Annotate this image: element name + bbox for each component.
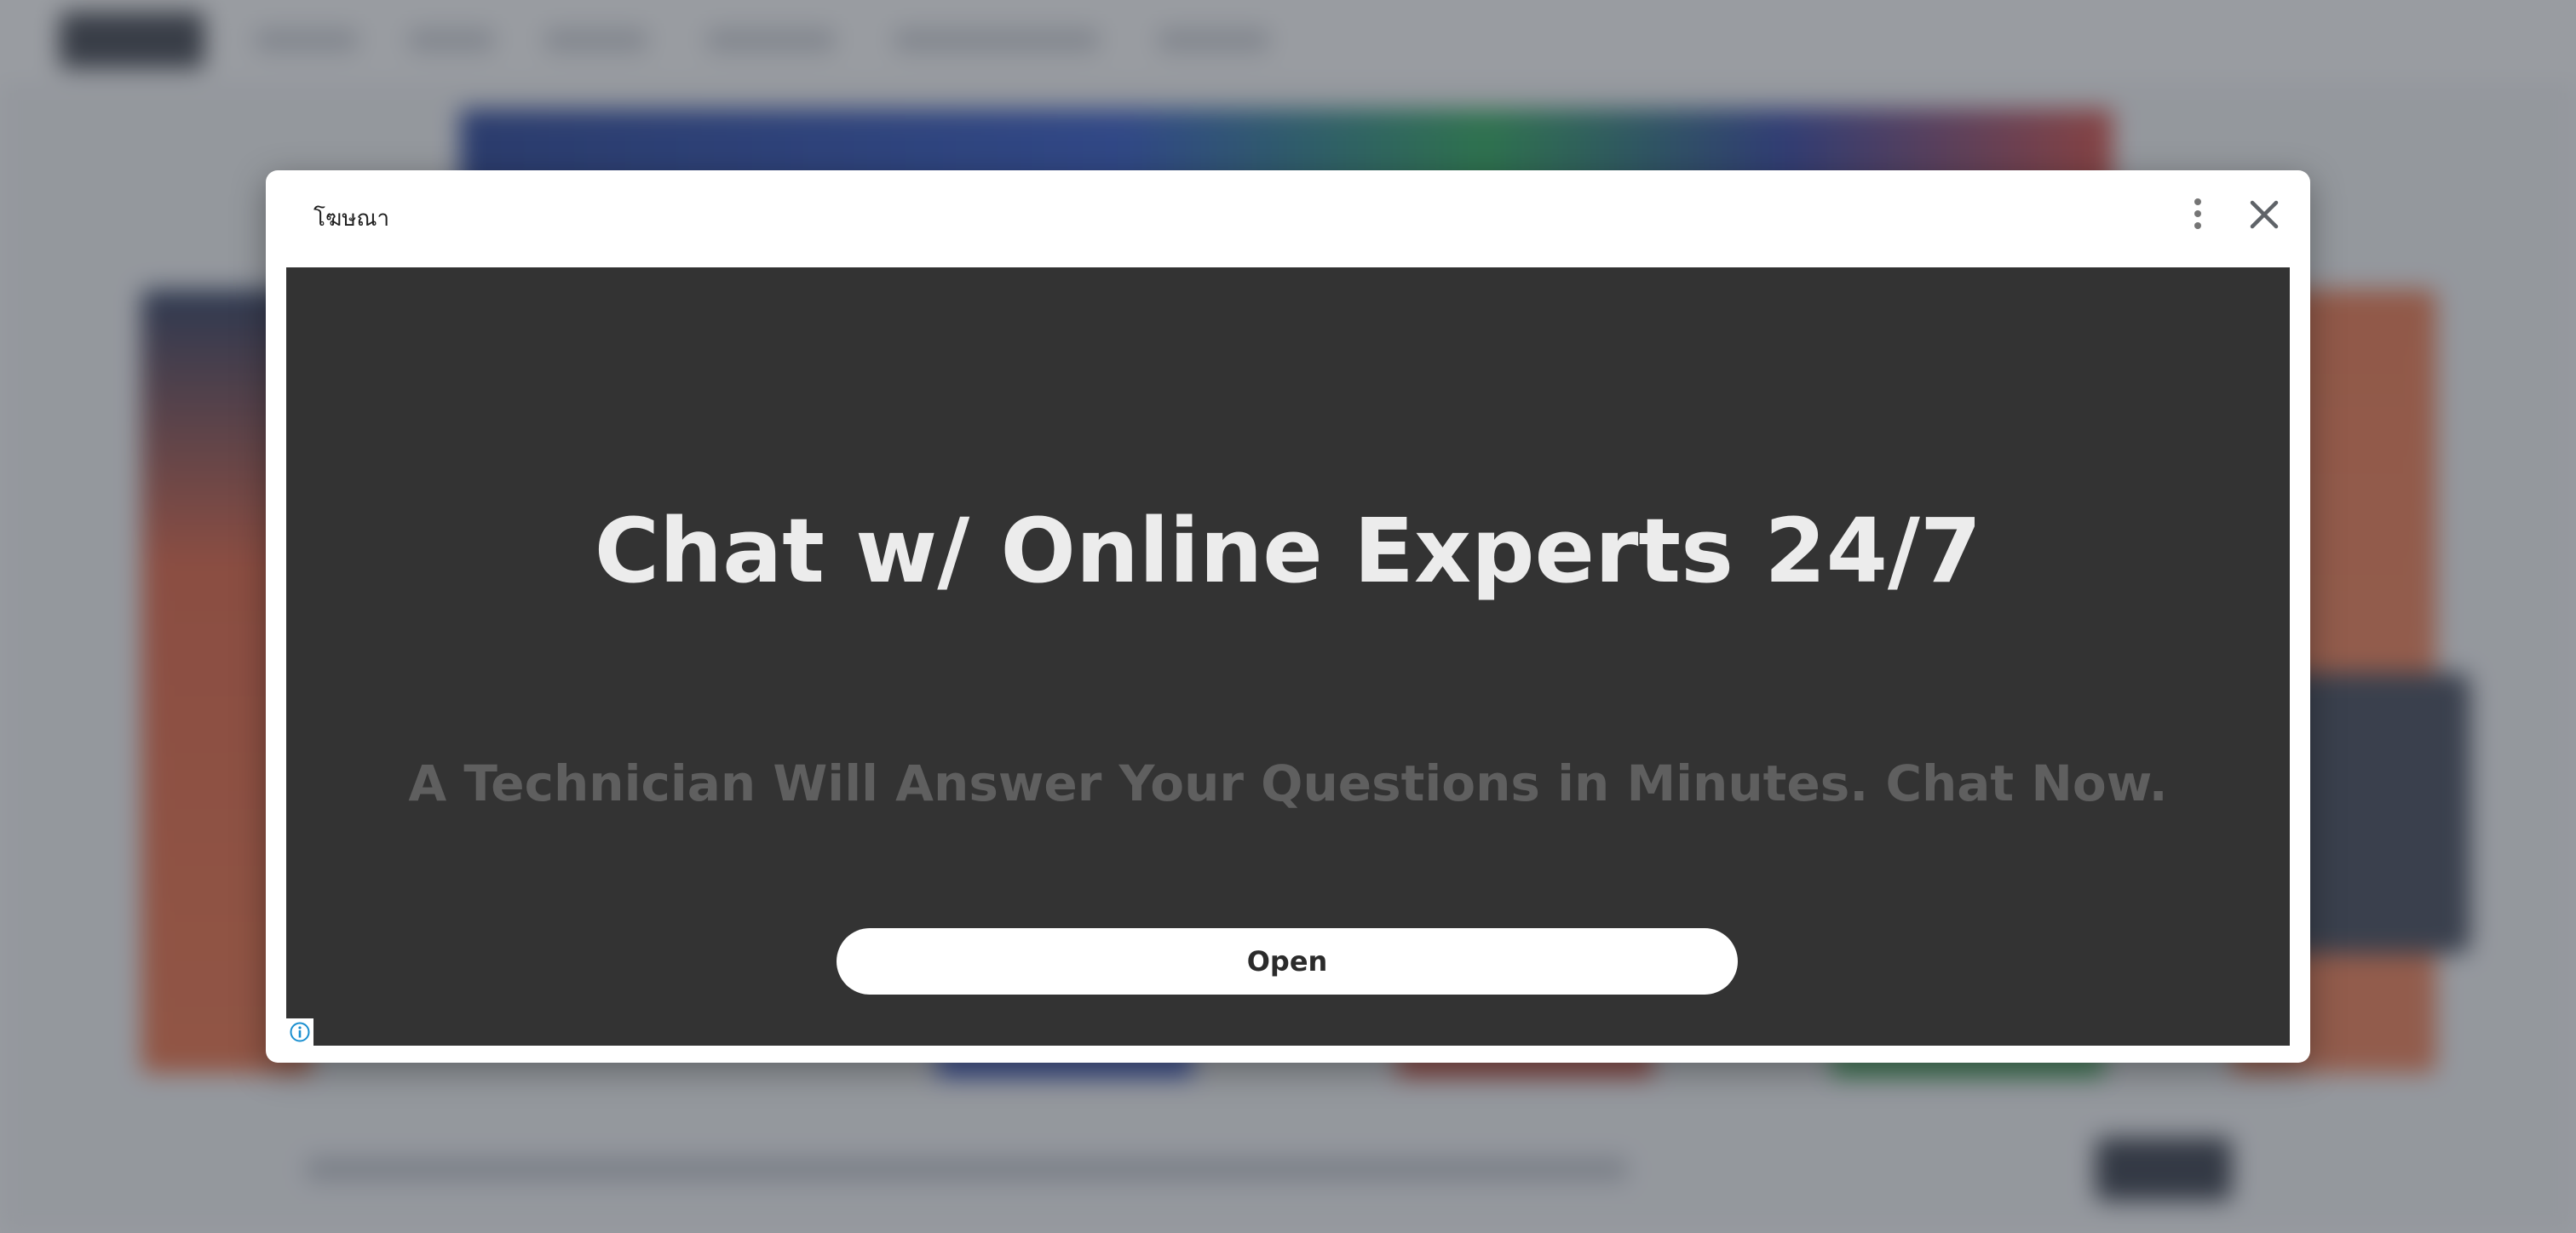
ad-dialog: โฆษณา Chat w/ Online Experts 24/7 A Tech… xyxy=(266,170,2310,1063)
open-button[interactable]: Open xyxy=(837,928,1738,995)
ad-label: โฆษณา xyxy=(313,206,390,232)
ad-subheadline: A Technician Will Answer Your Questions … xyxy=(408,754,2168,812)
ad-headline: Chat w/ Online Experts 24/7 xyxy=(594,499,1982,603)
info-icon xyxy=(290,1022,310,1042)
more-options-button[interactable] xyxy=(2189,196,2206,233)
ad-creative[interactable]: Chat w/ Online Experts 24/7 A Technician… xyxy=(286,267,2290,1046)
close-icon xyxy=(2250,200,2279,229)
adchoices-button[interactable] xyxy=(286,1018,313,1046)
more-vertical-icon xyxy=(2189,198,2206,229)
close-button[interactable] xyxy=(2244,194,2285,235)
